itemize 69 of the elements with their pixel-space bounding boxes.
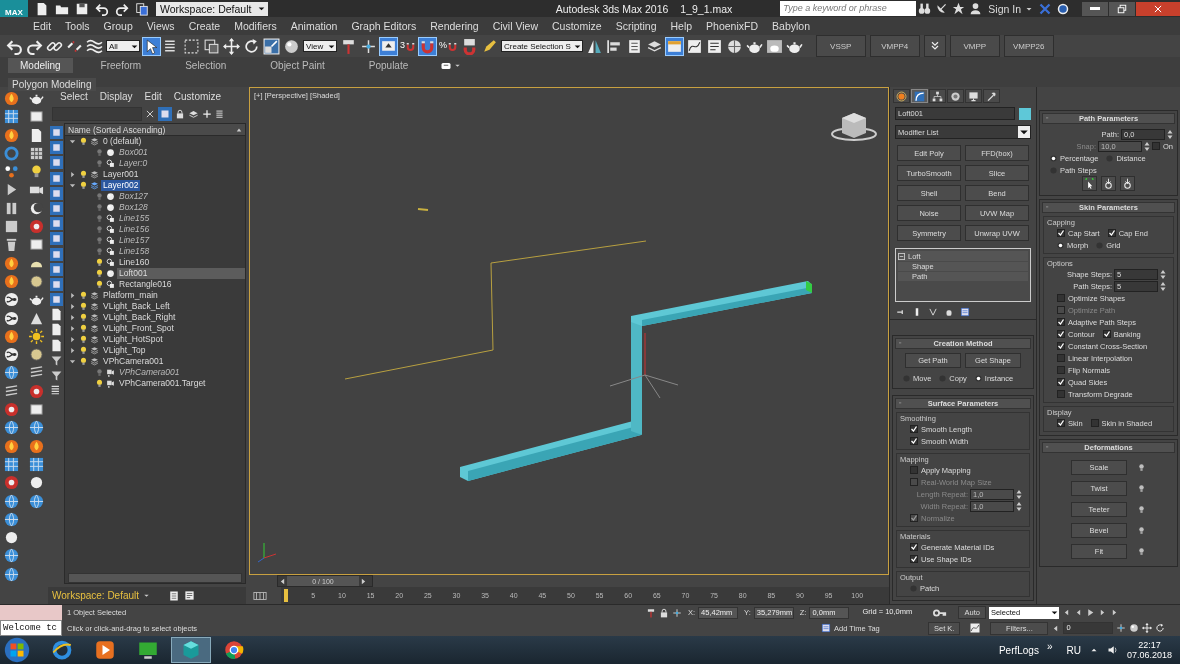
tree-item[interactable]: Platform_main — [101, 290, 160, 301]
menu-item[interactable]: Customize — [545, 20, 609, 32]
maxscript-field[interactable]: Welcome tc — [0, 620, 62, 636]
menu-item[interactable]: Graph Editors — [344, 20, 424, 32]
tree-item[interactable]: VPhCamera001 — [117, 367, 182, 378]
menu-item[interactable]: Help — [663, 20, 700, 32]
menu-item[interactable]: Scripting — [608, 20, 664, 32]
tree-item[interactable]: VLight_HotSpot — [101, 334, 165, 345]
tree-item[interactable]: VLight_Back_Right — [101, 312, 178, 323]
dropdown[interactable]: All — [106, 40, 140, 52]
app-logo[interactable]: MAX — [0, 0, 28, 17]
menu-item[interactable]: Edit — [26, 20, 59, 32]
menu-item[interactable]: Tools — [58, 20, 97, 32]
dropdown[interactable]: Create Selection S — [501, 40, 583, 52]
tree-item[interactable]: VLight_Top — [101, 345, 148, 356]
toolbar-label[interactable]: PerfLogs — [998, 644, 1039, 656]
tree-item[interactable]: Layer002 — [101, 180, 141, 191]
tree-item[interactable]: Box127 — [117, 191, 150, 202]
tree-item[interactable]: Rectangle016 — [117, 279, 174, 290]
tree-item[interactable]: Layer:0 — [117, 158, 150, 169]
dropdown[interactable]: View — [303, 40, 337, 52]
ribbon-tab[interactable]: Modeling — [8, 58, 73, 73]
tree-item[interactable]: Layer001 — [101, 169, 141, 180]
menu-item[interactable]: Create — [181, 20, 228, 32]
menu-item[interactable]: Select — [60, 90, 88, 102]
menu-item[interactable]: Edit — [144, 90, 162, 102]
menu-item[interactable]: Display — [99, 90, 133, 102]
menu-item[interactable]: Customize — [173, 90, 222, 102]
tree-item[interactable]: Line155 — [117, 213, 152, 224]
tree-item[interactable]: VPhCamera001.Target — [117, 378, 208, 389]
language-indicator[interactable]: RU — [1066, 644, 1081, 656]
tree-item[interactable]: 0 (default) — [101, 136, 144, 147]
tree-item[interactable]: Line156 — [117, 224, 152, 235]
menu-item[interactable]: Rendering — [423, 20, 486, 32]
file-name: 1_9_1.max — [680, 2, 733, 15]
search-field[interactable]: Type a keyword or phrase — [780, 1, 917, 16]
clock-time[interactable]: 22:17 — [1138, 640, 1161, 650]
ribbon-tab[interactable]: Freeform — [88, 58, 154, 73]
tree-item[interactable]: Line158 — [117, 246, 152, 257]
snap-toggle-button[interactable]: % — [439, 39, 459, 53]
tree-item[interactable]: Line157 — [117, 235, 152, 246]
tree-item[interactable]: Box001 — [117, 147, 150, 158]
menu-item[interactable]: Views — [139, 20, 182, 32]
window-title: Autodesk 3ds Max 2016 — [555, 2, 669, 15]
toolbar-button[interactable]: VMPP4 — [869, 35, 920, 57]
menu-item[interactable]: Babylon — [765, 20, 817, 32]
menu-item[interactable]: Animation — [283, 20, 345, 32]
tree-item[interactable]: VLight_Front_Spot — [101, 323, 176, 334]
sign-in-link[interactable]: Sign In — [988, 2, 1021, 15]
menu-item[interactable]: Civil View — [485, 20, 545, 32]
menu-item[interactable]: PhoenixFD — [699, 20, 766, 32]
toolbar-button[interactable]: VSSP — [815, 35, 866, 57]
tree-item[interactable]: VPhCamera001 — [101, 356, 166, 367]
menu-item[interactable]: Modifiers — [227, 20, 284, 32]
ribbon-tab[interactable]: Object Paint — [258, 58, 337, 73]
ribbon-tab[interactable]: Populate — [356, 58, 421, 73]
tree-item[interactable]: Loft001 — [117, 268, 245, 279]
tree-item[interactable]: VLight_Back_Left — [101, 301, 172, 312]
toolbar-button[interactable]: VMPP26 — [1003, 35, 1054, 57]
tree-item[interactable]: Box128 — [117, 202, 150, 213]
tree-item[interactable]: Line160 — [117, 257, 152, 268]
toolbar-button[interactable]: VMPP — [949, 35, 1000, 57]
menu-item[interactable]: Group — [96, 20, 140, 32]
clock-date[interactable]: 07.06.2018 — [1126, 650, 1172, 660]
toolbar-chevron[interactable]: » — [1046, 640, 1053, 652]
ribbon-panel-label: Polygon Modeling — [8, 78, 96, 91]
ribbon-tab[interactable]: Selection — [173, 58, 239, 73]
workspace-dropdown[interactable]: Workspace: Default — [156, 1, 268, 16]
snap-toggle-button[interactable]: 3 — [400, 39, 416, 53]
